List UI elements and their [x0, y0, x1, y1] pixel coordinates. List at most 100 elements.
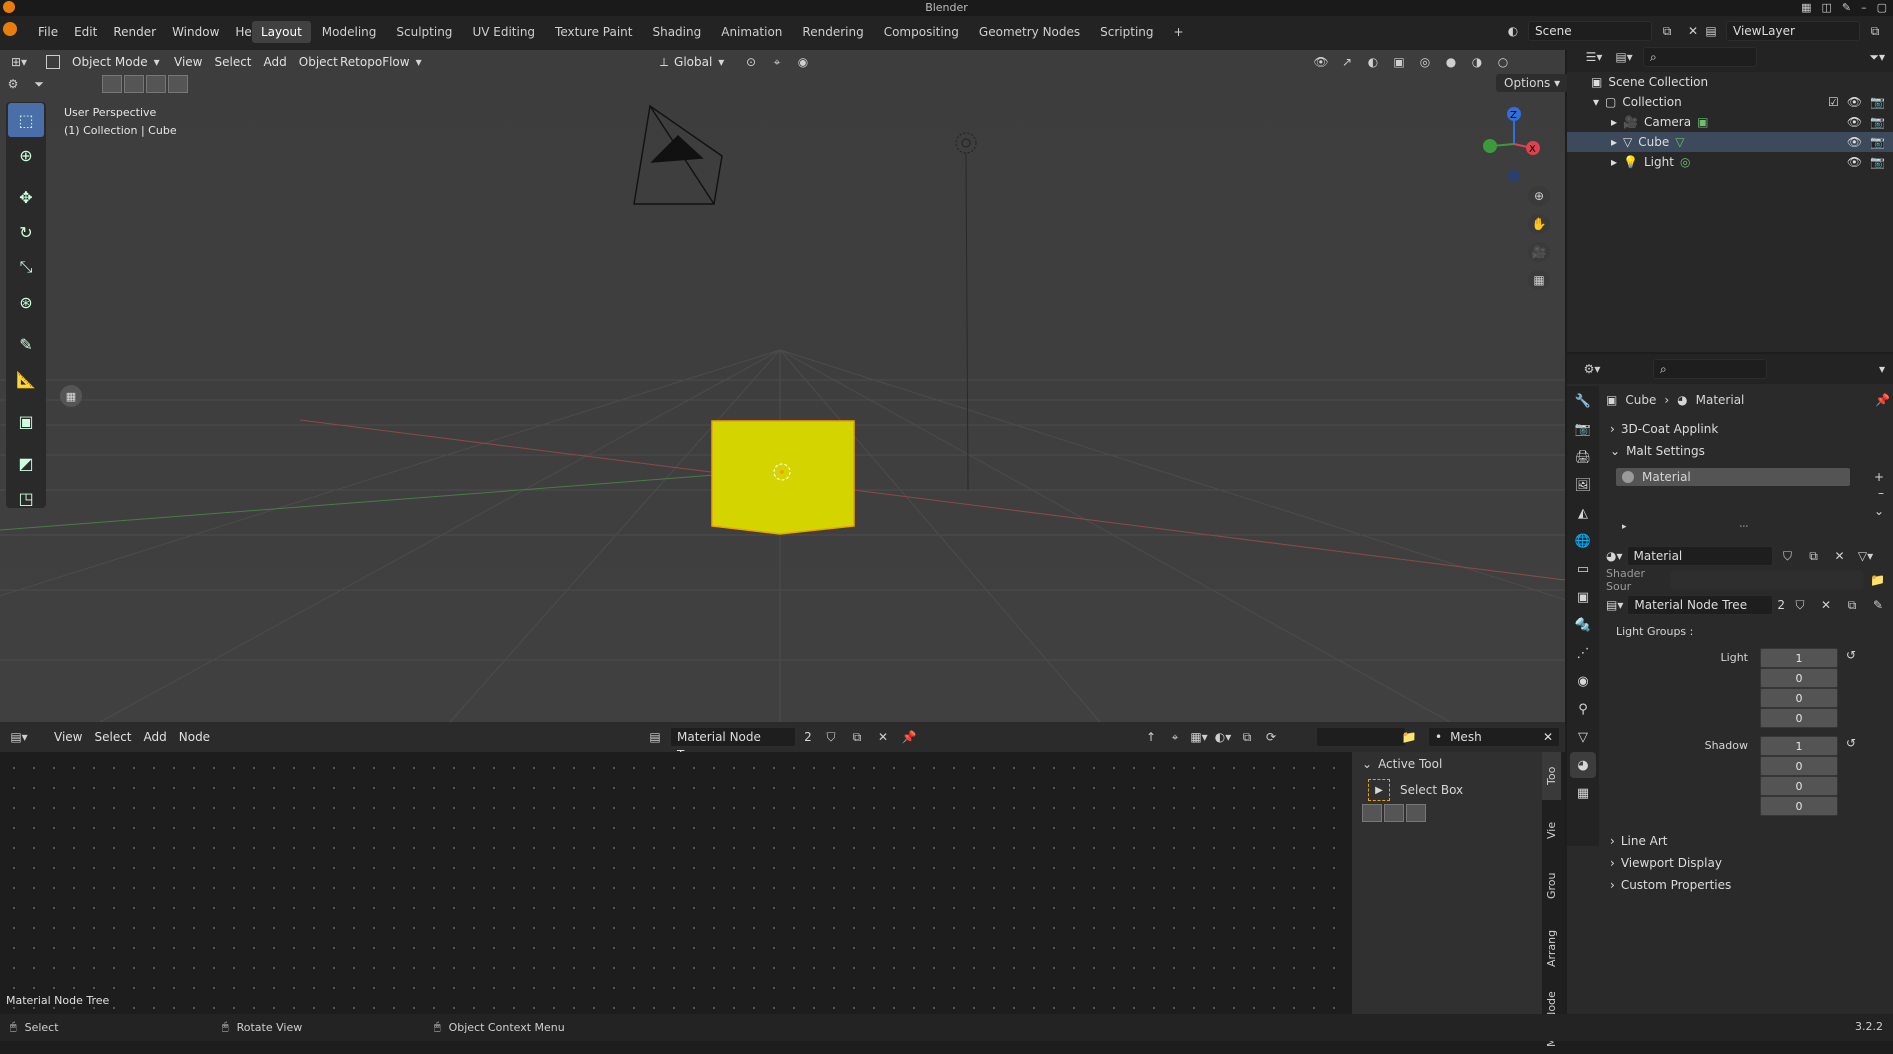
shadow-value-2[interactable]: 0 — [1760, 756, 1838, 776]
select-subtract-icon[interactable] — [146, 75, 166, 93]
node-tree-icon[interactable]: ▤ — [644, 727, 666, 747]
light-value-1[interactable]: 1 — [1760, 648, 1838, 668]
material-fake-user-icon[interactable]: ⛉ — [1777, 546, 1799, 566]
node-tree-browse-icon[interactable]: ▤▾ — [1606, 598, 1623, 612]
folder-icon[interactable]: 📁 — [1398, 727, 1420, 747]
wireframe-shading-icon[interactable]: ◎ — [1414, 52, 1436, 72]
material-unlink-icon[interactable]: ✕ — [1829, 546, 1851, 566]
render-tab-icon[interactable]: 📷 — [1570, 416, 1596, 442]
add-workspace-icon[interactable]: + — [1165, 21, 1193, 43]
tab-scripting[interactable]: Scripting — [1091, 21, 1162, 43]
texture-tab-icon[interactable]: ▦ — [1570, 780, 1596, 806]
transform-tool-icon[interactable]: ⊛ — [8, 285, 44, 319]
material-link-icon[interactable]: ▽▾ — [1855, 546, 1877, 566]
fake-user-shield-icon[interactable]: ⛉ — [820, 727, 842, 747]
sidebar-tab-arrange[interactable]: Arrang — [1542, 918, 1561, 978]
move-tool-icon[interactable]: ✥ — [8, 180, 44, 214]
ortho-grid-icon[interactable]: ▦ — [1528, 270, 1550, 290]
material-duplicate-icon[interactable]: ⧉ — [1803, 546, 1825, 566]
properties-options-icon[interactable]: ▾ — [1879, 362, 1885, 376]
navigation-gizmo[interactable]: Z X — [1474, 104, 1564, 194]
snap-icon[interactable]: ⌖ — [766, 52, 788, 72]
material-browse-icon[interactable]: ◕▾ — [1606, 549, 1623, 563]
tab-layout[interactable]: Layout — [252, 21, 311, 43]
collection-tab-icon[interactable]: ▭ — [1570, 556, 1596, 582]
select-box-tool-icon[interactable]: ⬚ — [8, 103, 44, 137]
solid-shading-icon[interactable]: ● — [1440, 52, 1462, 72]
ne-refresh-icon[interactable]: ⟳ — [1260, 727, 1282, 747]
retopoflow-menu[interactable]: RetopoFlow ▾ — [334, 52, 422, 72]
ne-snap-mode-icon[interactable]: ▦▾ — [1188, 727, 1210, 747]
menu-file[interactable]: File — [30, 21, 66, 43]
panel-line-art[interactable]: › Line Art — [1606, 830, 1890, 852]
overlay-icon[interactable]: ◐ — [1362, 52, 1384, 72]
menu-render[interactable]: Render — [105, 21, 164, 43]
scene-collection-row[interactable]: ▣ Scene Collection — [1567, 72, 1893, 92]
transform-orientation-dropdown[interactable]: ⟂ Global ▾ — [660, 52, 724, 72]
ne-duplicate-icon[interactable]: ⧉ — [1236, 727, 1258, 747]
proportional-edit-icon[interactable]: ◉ — [792, 52, 814, 72]
3d-viewport[interactable] — [0, 50, 1565, 722]
clear-icon[interactable]: ✕ — [1543, 728, 1553, 746]
tool-tab-icon[interactable]: 🔧 — [1570, 388, 1596, 414]
editor-type-icon[interactable]: ⊞▾ — [8, 52, 30, 72]
ne-snap-icon[interactable]: ⌖ — [1164, 727, 1186, 747]
light-data-icon[interactable]: ◎ — [1680, 155, 1690, 169]
expand-arrow-icon[interactable]: ▸ — [1611, 155, 1617, 169]
rotate-tool-icon[interactable]: ↻ — [8, 215, 44, 249]
ne-overlay-icon[interactable]: ◐▾ — [1212, 727, 1234, 747]
eye-icon[interactable]: 👁 — [1847, 155, 1862, 169]
data-tab-icon[interactable]: ▽ — [1570, 724, 1596, 750]
material-shading-icon[interactable]: ◑ — [1466, 52, 1488, 72]
shrinkwrap-tool-icon[interactable]: ◳ — [8, 481, 44, 515]
scene-icon[interactable]: ◐ — [1502, 21, 1524, 41]
tab-animation[interactable]: Animation — [712, 21, 791, 43]
minimize-icon[interactable]: – — [1861, 1, 1867, 14]
sb-select-subtract-icon[interactable] — [1406, 804, 1426, 822]
pan-hand-icon[interactable]: ✋ — [1528, 214, 1550, 234]
shader-source-field[interactable] — [1670, 570, 1864, 590]
add-cube-tool-icon[interactable]: ▣ — [8, 404, 44, 438]
scene-tab-icon[interactable]: ◭ — [1570, 500, 1596, 526]
tab-compositing[interactable]: Compositing — [875, 21, 968, 43]
settings-gear-icon[interactable]: ⚙ — [2, 74, 24, 94]
constraints-tab-icon[interactable]: ⚲ — [1570, 696, 1596, 722]
sidebar-tab-group[interactable]: Grou — [1542, 860, 1561, 912]
sb-select-new-icon[interactable] — [1362, 804, 1382, 822]
ne-search-input[interactable] — [1316, 727, 1406, 747]
display-mode-icon[interactable]: ▤▾ — [1613, 47, 1635, 67]
tab-modeling[interactable]: Modeling — [313, 21, 386, 43]
scene-field[interactable]: Scene — [1528, 21, 1652, 41]
node-tree-edit-icon[interactable]: ✎ — [1867, 595, 1889, 615]
view-layer-tab-icon[interactable]: 🖼 — [1570, 472, 1596, 498]
panel-malt-settings[interactable]: ⌄ Malt Settings — [1606, 440, 1890, 462]
ne-menu-view[interactable]: View — [48, 727, 88, 747]
shadow-value-3[interactable]: 0 — [1760, 776, 1838, 796]
camera-data-icon[interactable]: ▣ — [1697, 115, 1708, 129]
outliner-item-camera[interactable]: ▸ 🎥 Camera ▣ 👁 📷 — [1567, 112, 1893, 132]
tab-geometry-nodes[interactable]: Geometry Nodes — [970, 21, 1089, 43]
props-node-tree-field[interactable]: Material Node Tree — [1627, 595, 1774, 615]
add-slot-icon[interactable]: + — [1874, 470, 1884, 484]
gizmo-icon[interactable]: ↗ — [1336, 52, 1358, 72]
rendered-shading-icon[interactable]: ○ — [1492, 52, 1514, 72]
vp-menu-select[interactable]: Select — [208, 52, 257, 72]
pin-tree-icon[interactable]: 📌 — [898, 727, 920, 747]
unlink-tree-icon[interactable]: ✕ — [872, 727, 894, 747]
tab-shading[interactable]: Shading — [643, 21, 710, 43]
cursor-tool-icon[interactable]: ⊕ — [8, 138, 44, 172]
cube-object[interactable] — [711, 420, 855, 535]
remove-slot-icon[interactable]: – — [1606, 486, 1884, 504]
light-link-icon[interactable]: ↺ — [1846, 648, 1856, 662]
collection-row[interactable]: ▾ ▢ Collection ☑ 👁 📷 — [1567, 92, 1893, 112]
eye-icon[interactable]: 👁 — [1847, 135, 1862, 149]
mode-dropdown[interactable]: Object Mode ▾ — [46, 52, 160, 72]
blender-menu-icon[interactable] — [3, 22, 17, 36]
camera-render-icon[interactable]: 📷 — [1870, 95, 1885, 109]
ne-editor-type-icon[interactable]: ▤▾ — [8, 727, 30, 747]
slot-specials-icon[interactable]: ⌄ — [1606, 504, 1884, 522]
duplicate-tree-icon[interactable]: ⧉ — [846, 727, 868, 747]
camera-render-icon[interactable]: 📷 — [1870, 155, 1885, 169]
expand-arrow-icon[interactable]: ▸ — [1611, 115, 1617, 129]
tile-icon[interactable]: ▦ — [1801, 1, 1811, 14]
